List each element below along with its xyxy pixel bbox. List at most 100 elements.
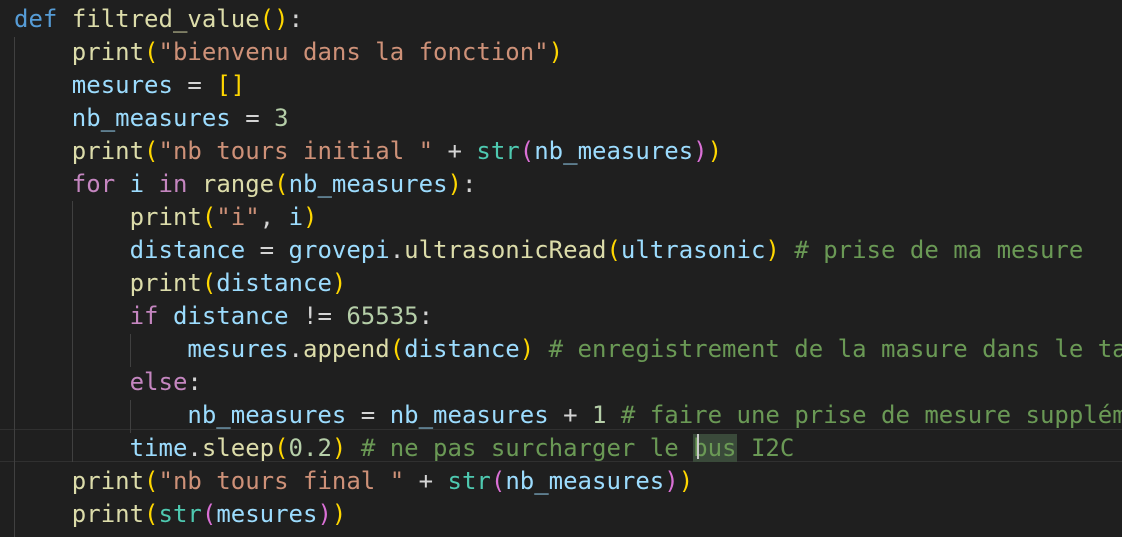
code-line[interactable]: print("nb tours final " + str(nb_measure… — [14, 465, 693, 498]
code-token: ( — [389, 335, 405, 363]
code-token: ) — [331, 269, 347, 297]
code-token: , — [259, 203, 289, 231]
code-token: i — [288, 203, 304, 231]
code-line[interactable]: else: — [14, 366, 202, 399]
code-line[interactable]: mesures = [] — [14, 69, 245, 102]
code-token: ( — [490, 467, 506, 495]
code-token: ( — [201, 203, 217, 231]
code-token: def — [14, 5, 58, 33]
code-token: nb_measures — [187, 401, 347, 429]
code-editor[interactable]: def filtred_value(): print("bienvenu dan… — [0, 0, 1122, 537]
text-cursor — [697, 434, 699, 459]
code-token: nb_measures — [534, 137, 694, 165]
code-token: if — [129, 302, 159, 330]
code-token: ( — [144, 137, 159, 165]
code-line[interactable]: print("nb tours initial " + str(nb_measu… — [14, 135, 722, 168]
code-token: bus — [693, 434, 737, 462]
code-token: print — [71, 137, 145, 165]
code-line[interactable]: print("bienvenu dans la fonction") — [14, 36, 563, 69]
code-token: else — [129, 368, 188, 396]
code-token: + — [548, 401, 593, 429]
code-token: "nb tours final " — [158, 467, 405, 495]
code-token: 0.2 — [288, 434, 332, 462]
code-token: 65535 — [346, 302, 419, 330]
code-token: distance — [129, 236, 246, 264]
code-token: in — [158, 170, 188, 198]
code-token: = — [245, 236, 289, 264]
code-token: ) — [678, 467, 694, 495]
code-token: + — [433, 137, 477, 165]
code-token: I2C — [736, 434, 795, 462]
code-token: = — [230, 104, 275, 132]
code-token: for — [71, 170, 116, 198]
code-line[interactable]: print("i", i) — [14, 201, 318, 234]
code-token: : — [461, 170, 477, 198]
code-token: = — [346, 401, 390, 429]
code-token: ( — [274, 434, 289, 462]
code-token: 3 — [274, 104, 289, 132]
code-token: str — [476, 137, 520, 165]
code-token: range — [201, 170, 275, 198]
code-line[interactable]: if distance != 65535: — [14, 300, 433, 333]
code-token: ) — [331, 434, 347, 462]
code-token: ) — [519, 335, 535, 363]
code-line[interactable]: for i in range(nb_measures): — [14, 168, 477, 201]
code-token: = — [172, 71, 217, 99]
code-line[interactable]: def filtred_value(): — [14, 3, 303, 36]
code-token: ( — [201, 500, 217, 528]
code-token: : — [418, 302, 434, 330]
code-token: grovepi — [288, 236, 390, 264]
code-token: append — [303, 335, 390, 363]
code-token: distance — [404, 335, 520, 363]
code-token: distance — [216, 269, 332, 297]
code-line[interactable]: time.sleep(0.2) # ne pas surcharger le b… — [14, 432, 794, 465]
code-token: print — [71, 467, 145, 495]
code-token: [] — [216, 71, 246, 99]
code-token: ) — [693, 137, 708, 165]
code-token: nb_measures — [71, 104, 231, 132]
code-token: # enregistrement de la masure dans le ta — [548, 335, 1122, 363]
code-line[interactable]: mesures.append(distance) # enregistremen… — [14, 333, 1122, 366]
code-token: print — [129, 269, 202, 297]
code-token: # prise de ma mesure — [794, 236, 1084, 264]
code-token: ) — [317, 500, 332, 528]
code-token: : — [288, 5, 304, 33]
code-token: str — [447, 467, 491, 495]
code-token: . — [187, 434, 202, 462]
code-line[interactable]: print(distance) — [14, 267, 347, 300]
code-line[interactable]: nb_measures = 3 — [14, 102, 289, 135]
code-token: distance — [172, 302, 289, 330]
code-token: ) — [765, 236, 780, 264]
code-line[interactable]: print(str(mesures)) — [14, 498, 347, 531]
code-token: ( — [144, 500, 159, 528]
code-line[interactable]: nb_measures = nb_measures + 1 # faire un… — [14, 399, 1122, 432]
code-token: ) — [303, 203, 318, 231]
code-token: . — [389, 236, 405, 264]
code-token: ) — [664, 467, 679, 495]
code-token: ( — [144, 38, 159, 66]
code-token: time — [129, 434, 188, 462]
code-line[interactable]: distance = grovepi.ultrasonicRead(ultras… — [14, 234, 1084, 267]
code-token: ( — [606, 236, 621, 264]
code-token: ( — [519, 137, 535, 165]
code-token: ) — [331, 500, 347, 528]
